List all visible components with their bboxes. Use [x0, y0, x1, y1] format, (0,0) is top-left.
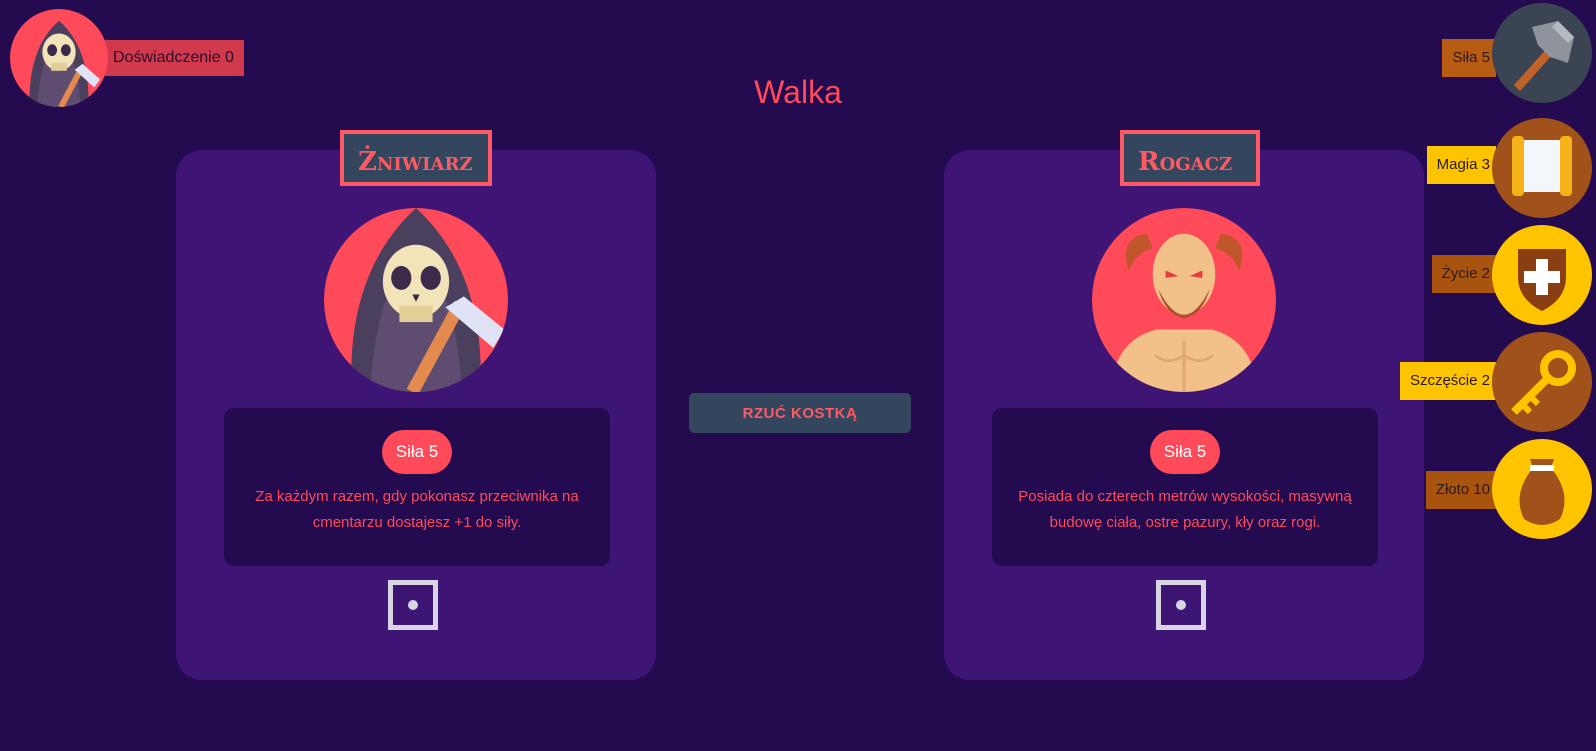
stat-label: Złoto 10	[1425, 471, 1496, 509]
enemy-name: Rogacz	[1120, 130, 1260, 186]
stat-label: Magia 3	[1426, 146, 1496, 184]
stat-magic: Magia 3	[1336, 118, 1596, 218]
player-die	[388, 580, 438, 630]
experience-label: Doświadczenie 0	[105, 40, 244, 76]
shield-icon[interactable]	[1492, 225, 1592, 325]
stat-label: Szczęście 2	[1399, 362, 1496, 400]
player-portrait	[324, 208, 508, 392]
die-pip	[1176, 600, 1186, 610]
scroll-icon[interactable]	[1492, 118, 1592, 218]
enemy-strength-badge: Siła 5	[1150, 430, 1220, 474]
roll-dice-button[interactable]: RZUĆ KOSTKĄ	[689, 393, 911, 433]
enemy-portrait	[1092, 208, 1276, 392]
enemy-description-box: Siła 5 Posiada do czterech metrów wysoko…	[992, 408, 1378, 566]
key-icon[interactable]	[1492, 332, 1592, 432]
player-description: Za każdym razem, gdy pokonasz przeciwnik…	[255, 488, 579, 531]
money-bag-icon[interactable]	[1492, 439, 1592, 539]
stat-label: Życie 2	[1431, 255, 1496, 293]
stat-life: Życie 2	[1336, 225, 1596, 325]
stat-label: Siła 5	[1442, 39, 1496, 77]
grim-reaper-icon	[351, 208, 505, 392]
stat-strength: Siła 5	[1336, 3, 1596, 103]
die-pip	[408, 600, 418, 610]
enemy-die	[1156, 580, 1206, 630]
hammer-icon[interactable]	[1492, 3, 1592, 103]
enemy-description: Posiada do czterech metrów wysokości, ma…	[1018, 488, 1352, 531]
stat-gold: Złoto 10	[1336, 439, 1596, 539]
player-strength-badge: Siła 5	[382, 430, 452, 474]
player-description-box: Siła 5 Za każdym razem, gdy pokonasz prz…	[224, 408, 610, 566]
player-name: Żniwiarz	[340, 130, 492, 186]
horned-demon-icon	[1110, 233, 1258, 392]
stat-luck: Szczęście 2	[1336, 332, 1596, 432]
